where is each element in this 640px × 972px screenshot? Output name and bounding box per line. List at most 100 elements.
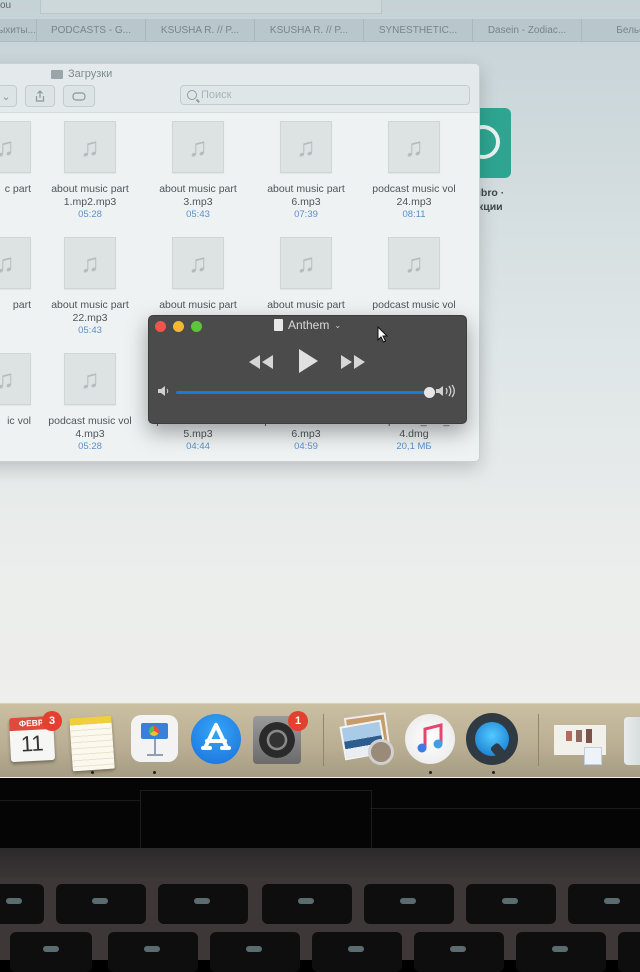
music-file-icon: ♫	[64, 121, 116, 173]
bezel-reflection	[0, 800, 140, 801]
file-name-line2: 6.mp3	[291, 428, 321, 440]
music-file-icon: ♫	[388, 237, 440, 289]
player-title-text: Anthem	[287, 318, 330, 332]
trash-icon	[624, 717, 640, 765]
dock-quicktime[interactable]	[466, 713, 518, 765]
music-file-icon: ♫	[0, 121, 31, 173]
notification-badge: 3	[42, 711, 62, 731]
dock: ФЕВР 11 3 1	[0, 703, 640, 777]
file-name-line2: 5.mp3	[183, 428, 213, 440]
view-options-button[interactable]: ⌄	[0, 85, 17, 107]
file-item[interactable]: ♫ podcast music vol 4.mp3 05:28	[36, 353, 144, 453]
file-item[interactable]: ♫ podcast music vol 24.mp3 08:11	[360, 121, 468, 221]
share-button[interactable]	[25, 85, 55, 107]
file-name: c part	[4, 183, 31, 195]
keyboard-key	[364, 884, 454, 924]
address-field[interactable]	[40, 0, 382, 14]
dock-notes[interactable]	[68, 713, 118, 772]
running-indicator	[429, 771, 432, 774]
volume-slider[interactable]	[176, 387, 435, 398]
dock-itunes[interactable]	[405, 713, 455, 764]
file-item[interactable]: ♫ about music part 3.mp3 05:43	[144, 121, 252, 221]
laptop-bezel	[0, 778, 640, 854]
mouse-pointer-icon	[377, 326, 389, 343]
file-item[interactable]: ♫ podcast music vol	[360, 237, 468, 312]
browser-tab[interactable]: KSUSHA R. // P...	[255, 19, 364, 41]
top-text: ou	[0, 0, 12, 11]
finder-title: Загрузки	[51, 68, 112, 80]
tag-button[interactable]	[63, 85, 95, 107]
fast-forward-button[interactable]	[340, 353, 366, 371]
music-file-icon: ♫	[0, 353, 31, 405]
keyboard-key	[466, 884, 556, 924]
side-app-icon[interactable]	[466, 108, 511, 178]
volume-slider-knob[interactable]	[424, 387, 435, 398]
keyboard-key	[10, 932, 92, 972]
quicktime-player-window: Anthem ⌄	[148, 315, 467, 424]
keyboard-key	[262, 884, 352, 924]
file-name: podcast music vol	[372, 299, 456, 311]
file-meta: 05:28	[78, 209, 102, 220]
file-item[interactable]: ♫ about music part 1.mp2.mp3 05:28	[36, 121, 144, 221]
keyboard-key	[414, 932, 504, 972]
file-item[interactable]: ♫ about music part 6.mp3 07:39	[252, 121, 360, 221]
file-meta: 05:28	[78, 441, 102, 452]
file-meta: 04:59	[294, 441, 318, 452]
file-item[interactable]: ♫ ic vol	[0, 353, 31, 428]
volume-high-icon	[436, 384, 455, 398]
music-file-icon: ♫	[0, 237, 31, 289]
rewind-button[interactable]	[248, 353, 274, 371]
file-name-line2: 1.mp2.mp3	[63, 196, 117, 208]
file-name: about music part	[51, 183, 129, 195]
dock-preview[interactable]	[339, 712, 394, 765]
side-app-label[interactable]: ibro · кции	[478, 186, 504, 214]
folder-icon	[51, 69, 63, 79]
keynote-icon	[131, 715, 178, 762]
music-file-icon: ♫	[64, 237, 116, 289]
dock-app-store[interactable]	[190, 713, 241, 764]
dock-system-preferences[interactable]: 1	[252, 711, 308, 764]
browser-tab[interactable]: PODCASTS - G...	[37, 19, 146, 41]
file-item[interactable]: ♫ about music part	[252, 237, 360, 312]
keyboard-key	[312, 932, 402, 972]
file-meta: 08:11	[402, 209, 426, 220]
music-file-icon: ♫	[172, 237, 224, 289]
search-placeholder: Поиск	[201, 89, 232, 101]
file-name: about music part	[267, 183, 345, 195]
music-file-icon: ♫	[280, 121, 332, 173]
browser-tab[interactable]: Бельф...	[582, 19, 640, 41]
play-button[interactable]	[297, 348, 319, 374]
file-item[interactable]: ♫ part	[0, 237, 31, 312]
share-icon	[35, 90, 45, 102]
keyboard-key	[210, 932, 300, 972]
player-title[interactable]: Anthem ⌄	[149, 318, 466, 332]
file-name: about music part	[159, 183, 237, 195]
file-item[interactable]: ♫ about music part 22.mp3 05:43	[36, 237, 144, 337]
keyboard-key	[568, 884, 640, 924]
search-field[interactable]: Поиск	[180, 85, 470, 105]
browser-tab[interactable]: ыхиты...	[0, 19, 37, 41]
file-meta: 20,1 МБ	[396, 441, 432, 452]
quicktime-icon	[466, 713, 518, 765]
browser-tab[interactable]: SYNESTHETIC...	[364, 19, 473, 41]
keyboard-key	[516, 932, 606, 972]
music-file-icon: ♫	[388, 121, 440, 173]
itunes-icon	[405, 714, 455, 764]
volume-low-icon	[158, 386, 169, 396]
file-name-line2: 4.mp3	[75, 428, 105, 440]
browser-tab[interactable]: KSUSHA R. // P...	[146, 19, 255, 41]
dock-keynote[interactable]	[130, 713, 180, 763]
browser-tab[interactable]: Dasein - Zodiac...	[473, 19, 582, 41]
file-name-line2: 22.mp3	[72, 312, 108, 324]
music-file-icon: ♫	[172, 121, 224, 173]
chevron-down-icon: ⌄	[334, 320, 342, 330]
file-name: about music part	[267, 299, 345, 311]
keyboard-key	[158, 884, 248, 924]
file-name: podcast music vol	[48, 415, 132, 427]
file-item[interactable]: ♫ c part	[0, 121, 31, 196]
dock-trash[interactable]	[622, 713, 640, 765]
file-item[interactable]: ♫ about music part	[144, 237, 252, 312]
dock-calendar[interactable]: ФЕВР 11 3	[8, 711, 62, 763]
dock-downloads-stack[interactable]	[554, 713, 606, 765]
file-name-line2: 24.mp3	[396, 196, 432, 208]
